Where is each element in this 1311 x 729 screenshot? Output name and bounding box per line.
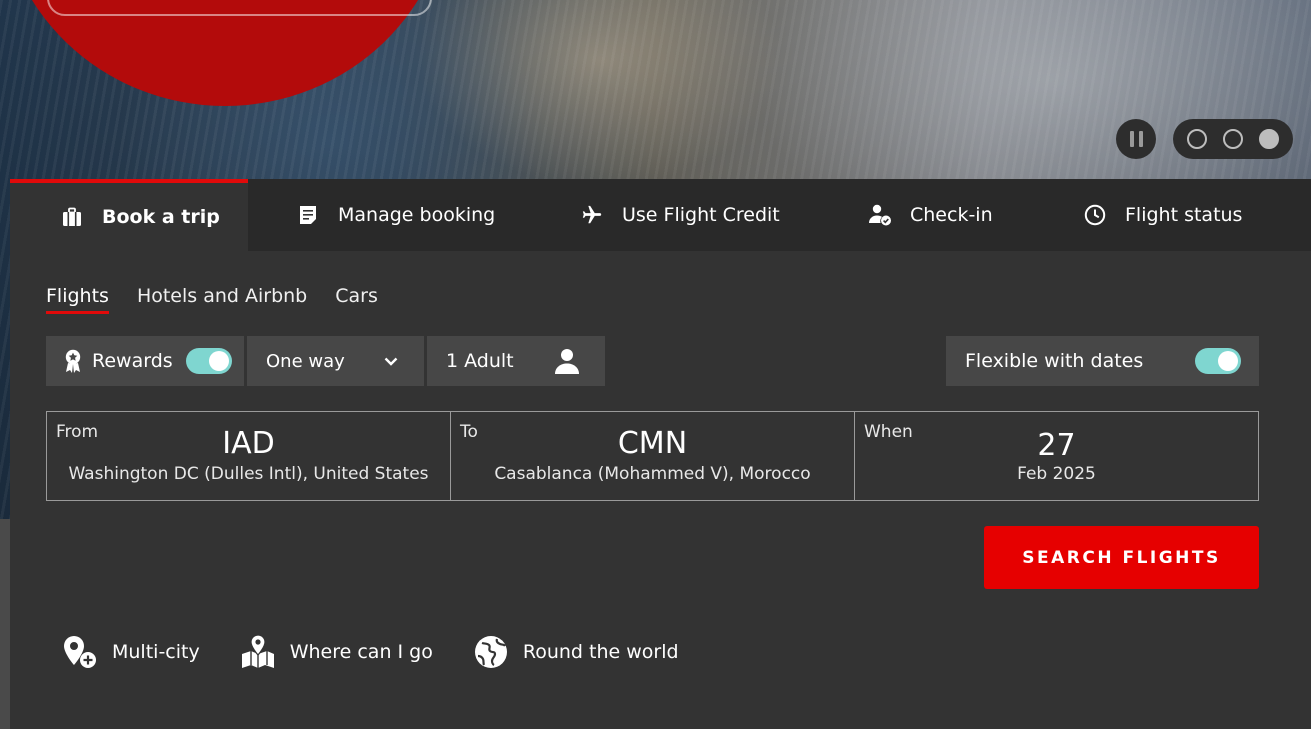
chevron-down-icon (384, 357, 398, 366)
subtab-cars[interactable]: Cars (335, 285, 378, 314)
date-month: Feb 2025 (1017, 464, 1096, 484)
subtab-flights[interactable]: Flights (46, 285, 109, 314)
document-icon (296, 203, 320, 227)
tab-use-flight-credit[interactable]: Use Flight Credit (530, 179, 818, 251)
link-label: Where can I go (289, 641, 433, 663)
link-label: Multi-city (112, 641, 200, 663)
trip-type-select[interactable]: One way (247, 336, 424, 386)
globe-icon (473, 634, 509, 670)
booking-panel: Book a trip Manage booking Use Flight Cr… (10, 179, 1311, 729)
tab-book-a-trip[interactable]: Book a trip (10, 179, 248, 251)
origin-city: Washington DC (Dulles Intl), United Stat… (68, 464, 429, 484)
multi-city-link[interactable]: Multi-city (62, 634, 200, 670)
rewards-toggle[interactable] (185, 348, 232, 374)
tab-manage-booking[interactable]: Manage booking (248, 179, 530, 251)
person-icon (553, 347, 581, 375)
carousel-pause-button[interactable] (1116, 119, 1156, 159)
flexible-dates-box[interactable]: Flexible with dates (946, 336, 1259, 386)
search-flights-button[interactable]: SEARCH FLIGHTS (984, 526, 1259, 589)
trip-type-value: One way (266, 350, 345, 372)
link-label: Round the world (522, 641, 679, 663)
subtab-hotels-airbnb[interactable]: Hotels and Airbnb (137, 285, 307, 314)
clock-icon (1083, 203, 1107, 227)
route-fields: From IAD Washington DC (Dulles Intl), Un… (46, 411, 1259, 501)
tab-label: Flight status (1125, 204, 1243, 226)
carousel-dot-3[interactable] (1259, 129, 1279, 149)
passenger-value: 1 Adult (446, 350, 514, 372)
destination-field[interactable]: To CMN Casablanca (Mohammed V), Morocco (451, 412, 855, 500)
flexible-dates-label: Flexible with dates (965, 350, 1144, 372)
tab-label: Use Flight Credit (622, 204, 780, 226)
tab-label: Check-in (910, 204, 993, 226)
destination-city: Casablanca (Mohammed V), Morocco (494, 464, 811, 484)
tab-label: Book a trip (102, 206, 220, 228)
pause-icon (1129, 131, 1134, 147)
carousel-dot-1[interactable] (1187, 129, 1207, 149)
passenger-select[interactable]: 1 Adult (427, 336, 605, 386)
person-check-icon (868, 203, 892, 227)
tab-check-in[interactable]: Check-in (818, 179, 1041, 251)
award-ribbon-icon (64, 349, 82, 373)
airplane-icon (580, 203, 604, 227)
origin-field[interactable]: From IAD Washington DC (Dulles Intl), Un… (47, 412, 451, 500)
round-the-world-link[interactable]: Round the world (473, 634, 679, 670)
pin-plus-icon (62, 634, 98, 670)
rewards-label: Rewards (92, 350, 173, 372)
rewards-toggle-box[interactable]: Rewards (46, 336, 244, 386)
where-can-i-go-link[interactable]: Where can I go (240, 634, 433, 670)
booking-tabs: Book a trip Manage booking Use Flight Cr… (10, 179, 1311, 251)
product-subtabs: Flights Hotels and Airbnb Cars (46, 285, 378, 314)
hero-cta-outline[interactable] (47, 0, 432, 16)
origin-code: IAD (222, 426, 275, 461)
tab-label: Manage booking (338, 204, 496, 226)
carousel-dots (1173, 119, 1293, 159)
destination-code: CMN (617, 426, 688, 461)
extra-links: Multi-city Where can I go Round the worl… (62, 634, 719, 670)
carousel-dot-2[interactable] (1223, 129, 1243, 149)
suitcase-icon (60, 205, 84, 229)
map-pin-icon (240, 634, 276, 670)
date-day: 27 (1037, 428, 1076, 463)
tab-flight-status[interactable]: Flight status (1041, 179, 1311, 251)
flexible-dates-toggle[interactable] (1195, 348, 1241, 374)
date-field[interactable]: When 27 Feb 2025 (855, 412, 1258, 500)
